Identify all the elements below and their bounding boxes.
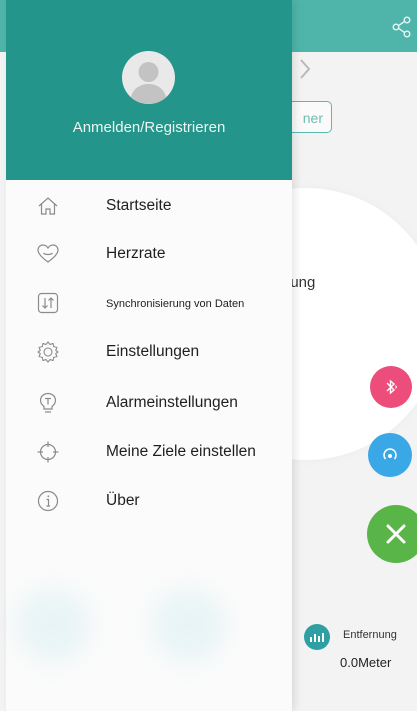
bluetooth-icon bbox=[386, 379, 397, 395]
share-icon[interactable] bbox=[391, 16, 413, 38]
signal-icon bbox=[383, 448, 397, 460]
menu-label-sync: Synchronisierung von Daten bbox=[106, 298, 245, 310]
chevron-right-icon[interactable] bbox=[296, 56, 314, 82]
distance-value: 0.0Meter bbox=[340, 655, 392, 670]
user-avatar-icon bbox=[130, 62, 167, 104]
menu-item-about[interactable]: Über bbox=[6, 477, 292, 525]
menu-item-heart-rate[interactable]: Herzrate bbox=[6, 231, 292, 279]
alarm-icon bbox=[36, 391, 60, 415]
menu-item-settings[interactable]: Einstellungen bbox=[6, 328, 292, 376]
settings-icon bbox=[36, 340, 60, 364]
menu-item-sync[interactable]: Synchronisierung von Daten bbox=[6, 279, 292, 327]
distance-chart-icon bbox=[304, 624, 330, 650]
menu-label-settings: Einstellungen bbox=[106, 343, 200, 360]
menu-label-about: Über bbox=[106, 492, 140, 509]
decorative-blur bbox=[154, 590, 224, 660]
close-button[interactable] bbox=[367, 505, 417, 563]
avatar[interactable] bbox=[122, 51, 175, 104]
heart-icon bbox=[36, 242, 60, 266]
login-register-link[interactable]: Anmelden/Registrieren bbox=[6, 119, 292, 136]
menu-label-alarm: Alarmeinstellungen bbox=[106, 394, 238, 411]
signal-button[interactable] bbox=[368, 433, 412, 477]
menu-item-home[interactable]: Startseite bbox=[6, 182, 292, 230]
menu-label-heart-rate: Herzrate bbox=[106, 245, 166, 262]
navigation-drawer: Anmelden/Registrieren Startseite Herzrat… bbox=[6, 0, 292, 711]
menu-label-goals: Meine Ziele einstellen bbox=[106, 443, 256, 460]
drawer-header: Anmelden/Registrieren bbox=[6, 0, 292, 180]
app-screen: ner hung Entfernung 0.0Meter Anmelden/Re… bbox=[0, 0, 417, 711]
close-icon bbox=[386, 524, 406, 544]
menu-label-home: Startseite bbox=[106, 197, 172, 214]
distance-label: Entfernung bbox=[343, 629, 397, 641]
info-icon bbox=[36, 489, 60, 513]
decorative-blur bbox=[18, 590, 88, 660]
sync-icon bbox=[36, 291, 60, 315]
menu-item-alarm[interactable]: Alarmeinstellungen bbox=[6, 379, 292, 427]
home-icon bbox=[36, 194, 60, 218]
target-icon bbox=[36, 440, 60, 464]
menu-item-goals[interactable]: Meine Ziele einstellen bbox=[6, 428, 292, 476]
bluetooth-button[interactable] bbox=[370, 366, 412, 408]
